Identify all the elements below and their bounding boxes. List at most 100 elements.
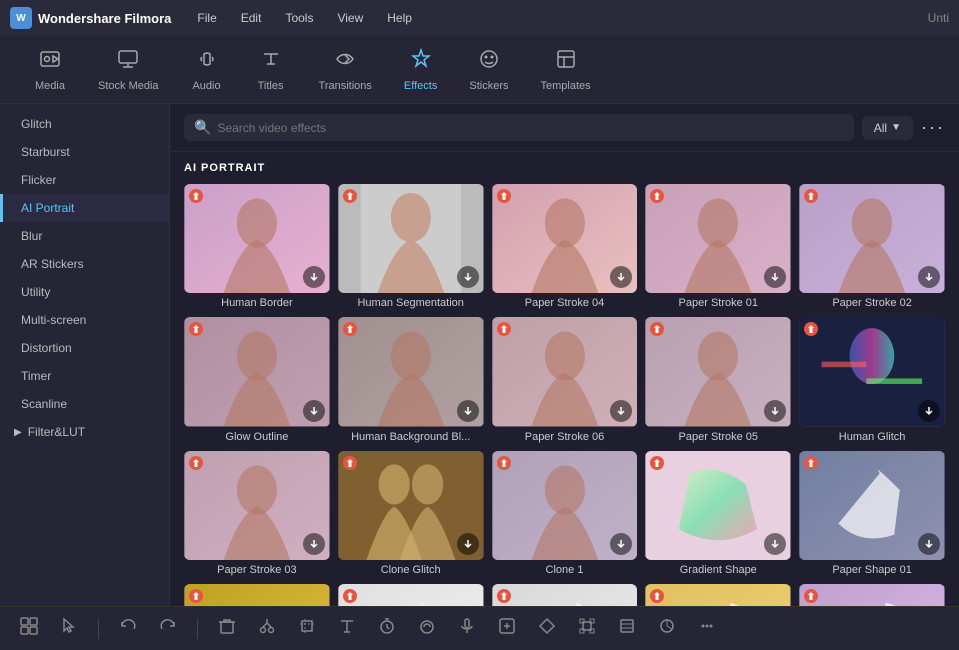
effect-thumb-gradient-shape [645, 451, 791, 560]
premium-badge [497, 589, 511, 603]
download-icon[interactable] [457, 400, 479, 422]
effect-card-clone-1[interactable]: Clone 1 [492, 451, 638, 576]
effect-card-paper-shape-02[interactable]: Paper Shape 02 [645, 584, 791, 606]
sidebar-item-scanline[interactable]: Scanline [0, 390, 169, 418]
effect-card-paper-stroke-06[interactable]: Paper Stroke 06 [492, 317, 638, 442]
stock-media-label: Stock Media [98, 80, 159, 92]
download-icon[interactable] [303, 533, 325, 555]
sidebar-item-blur[interactable]: Blur [0, 222, 169, 250]
toolbar-stock-media[interactable]: Stock Media [84, 42, 173, 98]
effect-card-gradient-shape[interactable]: Gradient Shape [645, 451, 791, 576]
audio-tool[interactable] [452, 613, 482, 644]
redo-button[interactable] [153, 613, 183, 644]
sidebar-item-utility[interactable]: Utility [0, 278, 169, 306]
menu-help[interactable]: Help [377, 7, 422, 29]
effect-card-paper-stroke-05[interactable]: Paper Stroke 05 [645, 317, 791, 442]
cut-tool[interactable] [252, 613, 282, 644]
delete-tool[interactable] [212, 613, 242, 644]
effect-thumb-paper-shape-06 [184, 584, 330, 606]
sidebar-item-distortion[interactable]: Distortion [0, 334, 169, 362]
more-options-button[interactable]: ··· [921, 117, 945, 138]
effects-grid: Human Border Human Segmentation [184, 184, 945, 606]
toolbar-stickers[interactable]: Stickers [455, 42, 522, 98]
effect-card-paper-stroke-03[interactable]: Paper Stroke 03 [184, 451, 330, 576]
speed-tool[interactable] [412, 613, 442, 644]
toolbar-media[interactable]: Media [20, 42, 80, 98]
menu-bar: W Wondershare Filmora File Edit Tools Vi… [0, 0, 959, 36]
undo-button[interactable] [113, 613, 143, 644]
effect-card-paper-shape-05[interactable]: Paper Shape 05 [338, 584, 484, 606]
effect-name: Paper Stroke 04 [492, 297, 638, 309]
toolbar-transitions[interactable]: Transitions [305, 42, 386, 98]
select-tool[interactable] [14, 613, 44, 644]
effect-card-paper-shape-07[interactable]: Paper Shape 07 [799, 584, 945, 606]
sidebar-item-starburst[interactable]: Starburst [0, 138, 169, 166]
timer-tool[interactable] [372, 613, 402, 644]
section-title: AI PORTRAIT [184, 162, 945, 174]
download-icon[interactable] [303, 266, 325, 288]
stickers-icon [478, 48, 500, 76]
effect-card-paper-shape-01[interactable]: Paper Shape 01 [799, 451, 945, 576]
sidebar-item-glitch[interactable]: Glitch [0, 110, 169, 138]
divider-1 [98, 619, 99, 639]
effect-card-glow-outline[interactable]: Glow Outline [184, 317, 330, 442]
download-icon[interactable] [610, 400, 632, 422]
toolbar-titles[interactable]: Titles [241, 42, 301, 98]
sidebar-item-flicker[interactable]: Flicker [0, 166, 169, 194]
toolbar-audio[interactable]: Audio [177, 42, 237, 98]
effect-card-human-bg-blur[interactable]: Human Background Bl... [338, 317, 484, 442]
effect-name: Paper Stroke 06 [492, 431, 638, 443]
effects-icon [410, 48, 432, 76]
sidebar-item-filter-lut[interactable]: ▶ Filter&LUT [0, 418, 169, 446]
menu-tools[interactable]: Tools [275, 7, 323, 29]
effect-card-paper-shape-06[interactable]: Paper Shape 06 [184, 584, 330, 606]
search-input[interactable] [217, 121, 843, 135]
app-name: Wondershare Filmora [38, 11, 171, 26]
effect-card-human-segmentation[interactable]: Human Segmentation [338, 184, 484, 309]
download-icon[interactable] [918, 533, 940, 555]
more-tools-button[interactable] [692, 613, 722, 644]
download-icon[interactable] [918, 400, 940, 422]
effect-name: Human Glitch [799, 431, 945, 443]
templates-label: Templates [540, 80, 590, 92]
effect-card-paper-stroke-04[interactable]: Paper Stroke 04 [492, 184, 638, 309]
effect-thumb-human-border [184, 184, 330, 293]
download-icon[interactable] [303, 400, 325, 422]
premium-badge [804, 456, 818, 470]
filter-button[interactable]: All ▼ [862, 116, 913, 140]
menu-edit[interactable]: Edit [231, 7, 272, 29]
motion-tool[interactable] [532, 613, 562, 644]
effect-name: Paper Stroke 03 [184, 564, 330, 576]
effect-thumb-paper-stroke-01 [645, 184, 791, 293]
effect-card-human-border[interactable]: Human Border [184, 184, 330, 309]
effect-card-paper-stroke-02[interactable]: Paper Stroke 02 [799, 184, 945, 309]
sidebar-item-timer[interactable]: Timer [0, 362, 169, 390]
divider-2 [197, 619, 198, 639]
effect-name: Paper Stroke 02 [799, 297, 945, 309]
menu-file[interactable]: File [187, 7, 226, 29]
effect-card-human-glitch[interactable]: Human Glitch [799, 317, 945, 442]
toolbar-templates[interactable]: Templates [526, 42, 604, 98]
pointer-tool[interactable] [54, 613, 84, 644]
text-tool[interactable] [332, 613, 362, 644]
download-icon[interactable] [457, 533, 479, 555]
menu-view[interactable]: View [327, 7, 373, 29]
stickers-label: Stickers [469, 80, 508, 92]
zoom-tool[interactable] [492, 613, 522, 644]
content-panel: 🔍 All ▼ ··· AI PORTRAIT [170, 104, 959, 606]
transform-tool[interactable] [572, 613, 602, 644]
crop-tool[interactable] [292, 613, 322, 644]
sidebar-item-ai-portrait[interactable]: AI Portrait [0, 194, 169, 222]
stabilize-tool[interactable] [612, 613, 642, 644]
effect-thumb-human-segmentation [338, 184, 484, 293]
sidebar-item-multi-screen[interactable]: Multi-screen [0, 306, 169, 334]
download-icon[interactable] [457, 266, 479, 288]
effect-card-paper-shape-04[interactable]: Paper Shape 04 [492, 584, 638, 606]
download-icon[interactable] [764, 400, 786, 422]
effect-card-clone-glitch[interactable]: Clone Glitch [338, 451, 484, 576]
effect-card-paper-stroke-01[interactable]: Paper Stroke 01 [645, 184, 791, 309]
sidebar: Glitch Starburst Flicker AI Portrait Blu… [0, 104, 170, 606]
toolbar-effects[interactable]: Effects [390, 42, 451, 98]
sidebar-item-ar-stickers[interactable]: AR Stickers [0, 250, 169, 278]
color-tool[interactable] [652, 613, 682, 644]
